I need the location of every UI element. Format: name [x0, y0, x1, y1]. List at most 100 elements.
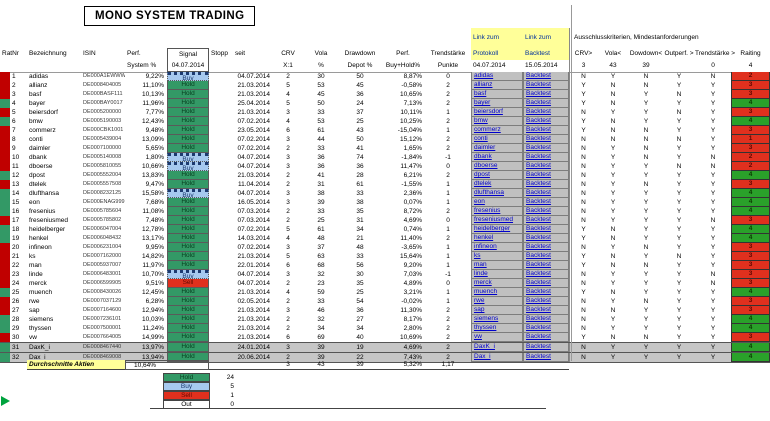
protokoll-link[interactable]: thyssen [474, 324, 496, 331]
backtest-link[interactable]: Backtest [526, 180, 551, 187]
protokoll-link[interactable]: man [474, 261, 487, 268]
protokoll-link[interactable]: bayer [474, 99, 490, 106]
trend-punkte: 1 [446, 127, 450, 134]
backtest-link[interactable]: Backtest [526, 353, 551, 360]
backtest-link[interactable]: Backtest [526, 261, 551, 268]
crv-value: 2 [286, 316, 290, 323]
backtest-link[interactable]: Backtest [526, 333, 551, 340]
backtest-link[interactable]: Backtest [526, 90, 551, 97]
backtest-link[interactable]: Backtest [526, 135, 551, 142]
crv-value: 2 [286, 280, 290, 287]
trend-punkte: 2 [446, 91, 450, 98]
backtest-link[interactable]: Backtest [526, 153, 551, 160]
protokoll-link[interactable]: muench [474, 288, 497, 295]
row-number: 22 [12, 262, 20, 269]
protokoll-link[interactable]: eon [474, 198, 485, 205]
crit-vola: N [610, 82, 616, 89]
protokoll-link[interactable]: siemens [474, 315, 498, 322]
protokoll-link[interactable]: ks [474, 252, 481, 259]
protokoll-link[interactable]: fresenius [474, 207, 500, 214]
protokoll-link[interactable]: daimler [474, 144, 495, 151]
protokoll-link[interactable]: sap [474, 306, 484, 313]
backtest-link[interactable]: Backtest [526, 270, 551, 277]
perf-system: 10,13% [141, 91, 164, 98]
protokoll-link[interactable]: rwe [474, 297, 484, 304]
crit-vola: Y [610, 298, 616, 305]
crit-drawdown: N [643, 334, 649, 341]
backtest-link[interactable]: Backtest [526, 343, 551, 350]
backtest-link[interactable]: Backtest [526, 234, 551, 241]
backtest-link[interactable]: Backtest [526, 324, 551, 331]
backtest-link[interactable]: Backtest [526, 126, 551, 133]
protokoll-link[interactable]: heidelberger [474, 225, 510, 232]
protokoll-link[interactable]: dlufthansa [474, 189, 504, 196]
rating-value: 2 [731, 162, 770, 171]
protokoll-link[interactable]: infineon [474, 243, 497, 250]
drawdown-value: 34 [356, 226, 364, 233]
perf-system: 10,66% [141, 163, 164, 170]
crit-trend: N [710, 280, 716, 287]
backtest-link[interactable]: Backtest [526, 252, 551, 259]
backtest-link[interactable]: Backtest [526, 288, 551, 295]
protokoll-link[interactable]: Dax_i [474, 353, 491, 360]
sheet-nav-arrow-icon[interactable] [1, 396, 10, 406]
perf-system: 10,70% [141, 271, 164, 278]
protokoll-link-cell: basf [471, 90, 523, 99]
isin: DE0007664005 [83, 334, 122, 340]
backtest-link[interactable]: Backtest [526, 207, 551, 214]
protokoll-link[interactable]: basf [474, 90, 486, 97]
protokoll-link[interactable]: allianz [474, 81, 492, 88]
backtest-link[interactable]: Backtest [526, 81, 551, 88]
backtest-link[interactable]: Backtest [526, 243, 551, 250]
protokoll-link[interactable]: commerz [474, 126, 501, 133]
protokoll-link[interactable]: dbank [474, 153, 492, 160]
rating-value: 3 [731, 81, 770, 90]
backtest-link-cell: Backtest [523, 279, 569, 288]
backtest-link[interactable]: Backtest [526, 108, 551, 115]
backtest-link[interactable]: Backtest [526, 216, 551, 223]
trend-punkte: 2 [446, 145, 450, 152]
protokoll-link[interactable]: henkel [474, 234, 493, 241]
backtest-link[interactable]: Backtest [526, 189, 551, 196]
seit-date: 21.03.2014 [237, 289, 270, 296]
backtest-link[interactable]: Backtest [526, 225, 551, 232]
legend-hold-swatch: Hold [163, 373, 210, 382]
backtest-link[interactable]: Backtest [526, 171, 551, 178]
vola-value: 31 [317, 181, 325, 188]
crit-drawdown: Y [643, 91, 649, 98]
legend-row-buy: Buy 5 [163, 382, 234, 391]
protokoll-link[interactable]: dpost [474, 171, 490, 178]
crv-value: 6 [286, 262, 290, 269]
protokoll-link[interactable]: linde [474, 270, 488, 277]
signal-cell: Buy [167, 270, 209, 279]
backtest-link[interactable]: Backtest [526, 162, 551, 169]
protokoll-link[interactable]: merck [474, 279, 492, 286]
protokoll-link-cell: DaxK_i [471, 343, 523, 352]
protokoll-link[interactable]: freseniusmed [474, 216, 513, 223]
protokoll-link[interactable]: bmw [474, 117, 488, 124]
protokoll-link[interactable]: dtelek [474, 180, 491, 187]
backtest-link[interactable]: Backtest [526, 279, 551, 286]
backtest-link-cell: Backtest [523, 261, 569, 270]
protokoll-link[interactable]: adidas [474, 72, 493, 79]
backtest-link[interactable]: Backtest [526, 297, 551, 304]
rating-value: 2 [731, 153, 770, 162]
signal-cell: Hold [167, 126, 209, 135]
protokoll-link[interactable]: beiersdorf [474, 108, 503, 115]
backtest-link[interactable]: Backtest [526, 99, 551, 106]
crit-outperf: Y [676, 199, 682, 206]
signal-cell: Hold [167, 225, 209, 234]
backtest-link[interactable]: Backtest [526, 144, 551, 151]
backtest-link[interactable]: Backtest [526, 306, 551, 313]
perf-buyhold: 0,74% [403, 226, 422, 233]
vola-value: 69 [317, 334, 325, 341]
backtest-link[interactable]: Backtest [526, 117, 551, 124]
backtest-link[interactable]: Backtest [526, 198, 551, 205]
protokoll-link[interactable]: DaxK_i [474, 343, 495, 350]
backtest-link[interactable]: Backtest [526, 72, 551, 79]
protokoll-link[interactable]: dboerse [474, 162, 498, 169]
protokoll-link[interactable]: conti [474, 135, 488, 142]
legend-hold-count: 24 [226, 374, 234, 381]
protokoll-link[interactable]: vw [474, 333, 482, 340]
backtest-link[interactable]: Backtest [526, 315, 551, 322]
